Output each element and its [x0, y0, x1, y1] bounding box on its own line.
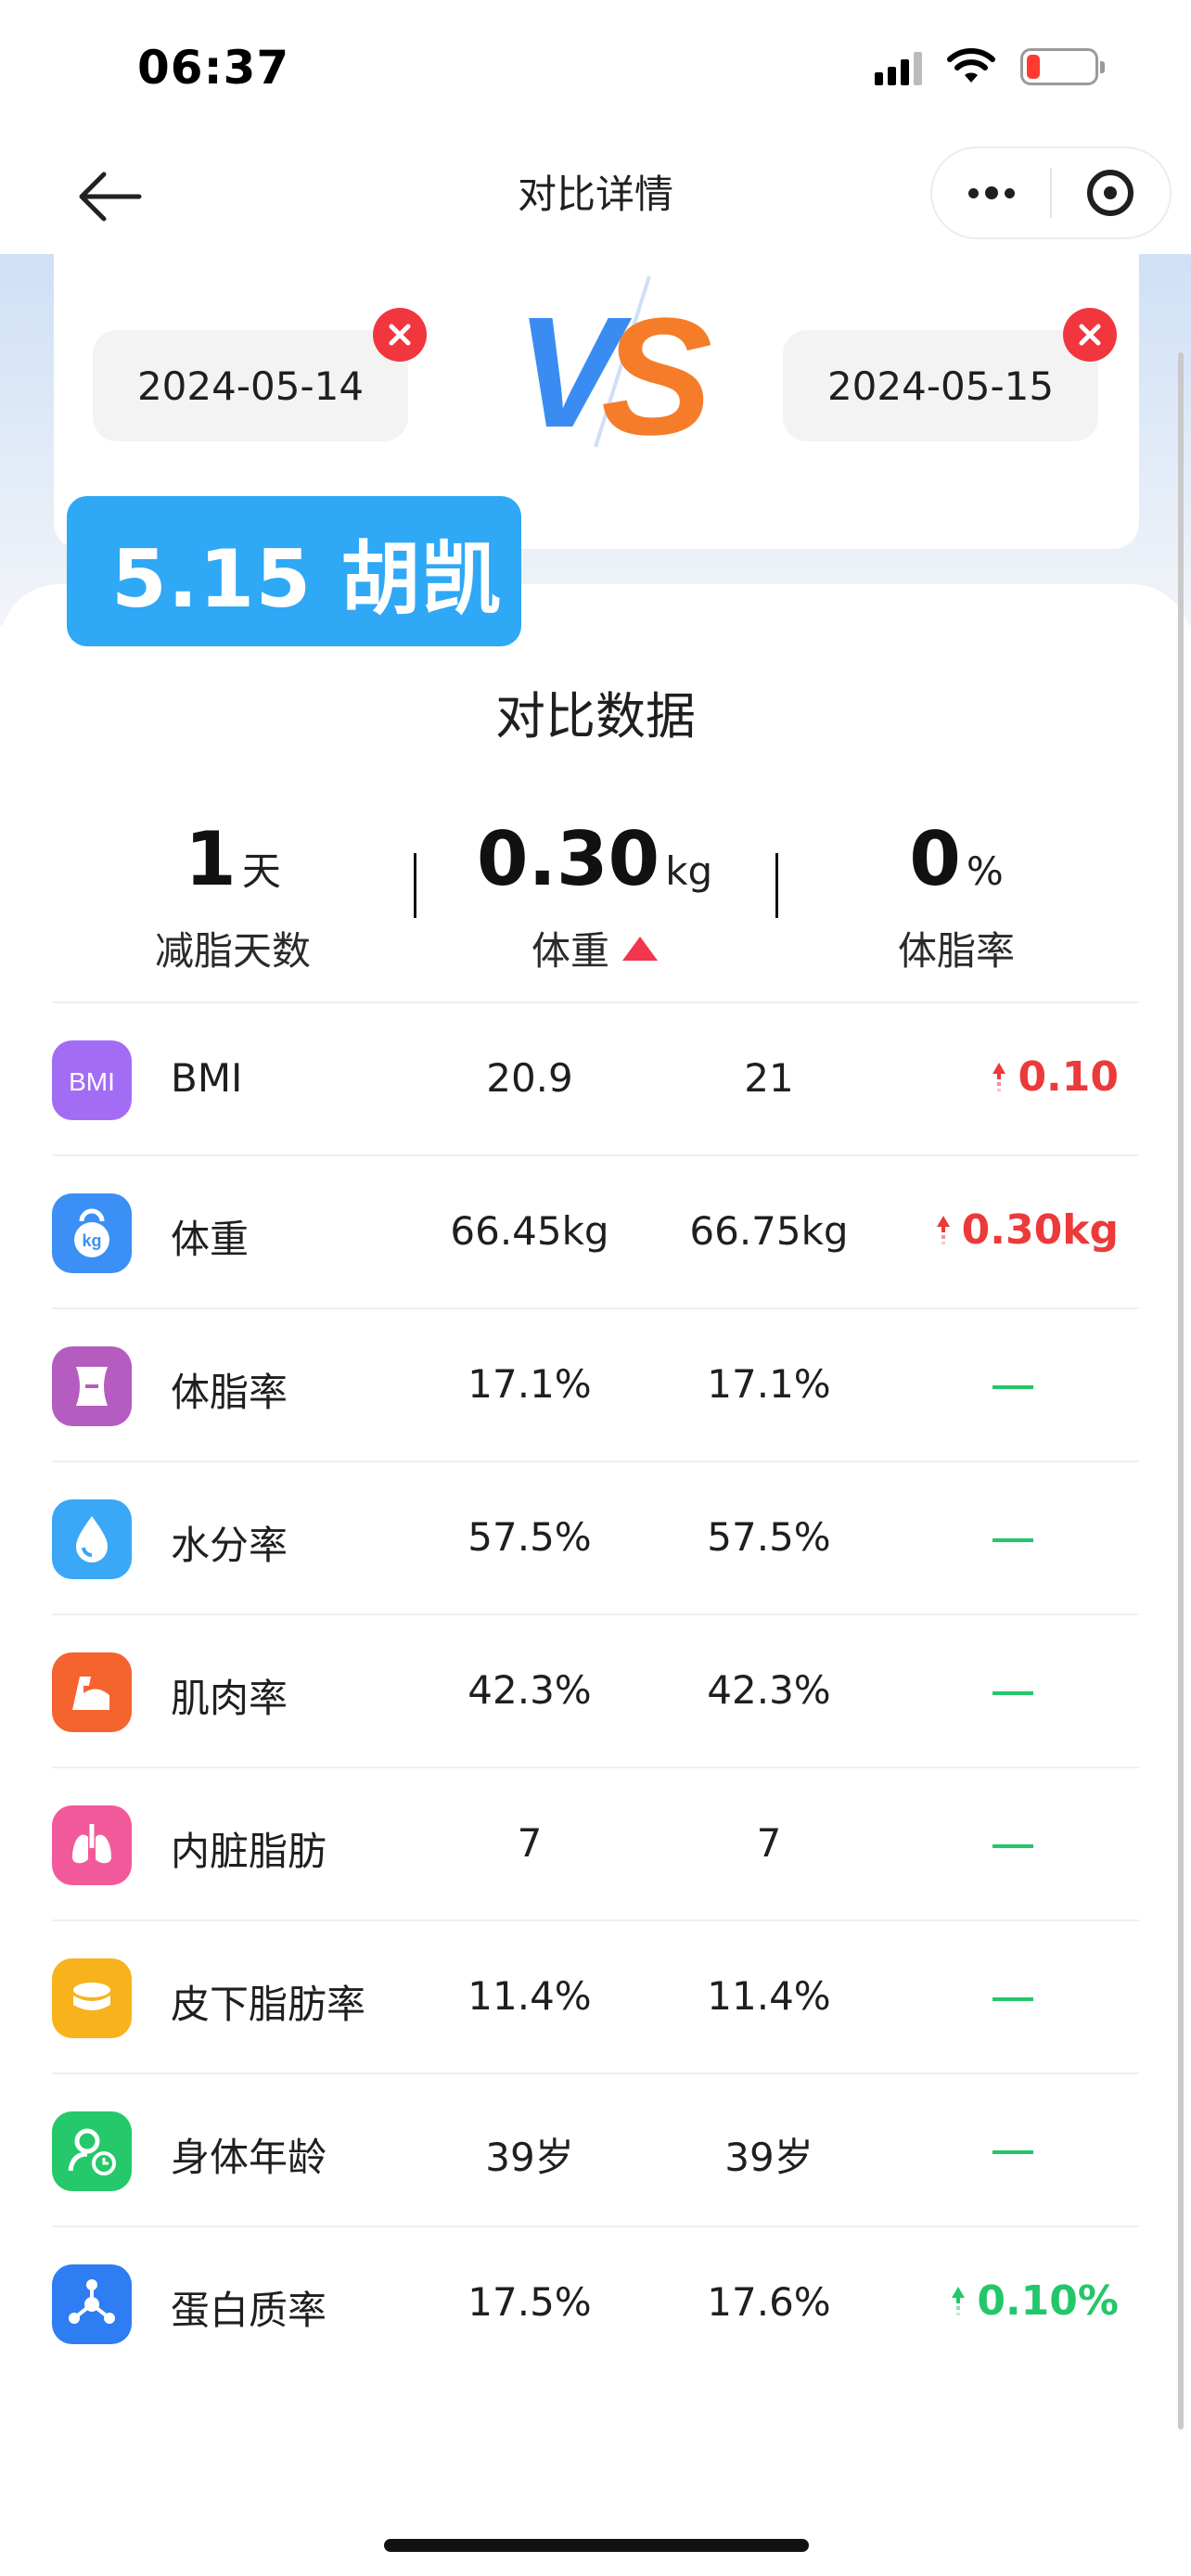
metric-value-right: 7	[756, 1820, 782, 1866]
battery-level	[1027, 55, 1040, 79]
subcutaneous-fat-icon	[52, 1958, 132, 2038]
metric-name: 身体年龄	[171, 2135, 327, 2180]
cellular-signal-icon	[875, 48, 922, 85]
status-time: 06:37	[137, 41, 290, 95]
more-dots-icon	[967, 186, 1015, 199]
summary-weight: 0.30 kg 体重	[414, 816, 775, 976]
metric-value-right: 17.6%	[707, 2279, 831, 2325]
wifi-icon	[947, 48, 995, 83]
metric-diff: 0.30kg	[936, 1206, 1119, 1254]
summary-unit: 天	[241, 848, 281, 894]
metric-value-right: 66.75kg	[689, 1208, 849, 1254]
summary-fat-loss-days: 1 天 减脂天数	[52, 816, 414, 976]
metric-diff-value: 0.10	[1018, 1053, 1119, 1101]
date-right-label: 2024-05-15	[826, 363, 1055, 409]
body-age-icon	[52, 2111, 132, 2191]
more-button[interactable]	[932, 148, 1050, 237]
section-title: 对比数据	[495, 687, 696, 746]
muscle-icon	[52, 1652, 132, 1732]
arrow-up-icon	[992, 1062, 1006, 1091]
no-change-dash	[992, 1385, 1033, 1389]
date-chip-left[interactable]: 2024-05-14	[93, 308, 427, 441]
metric-name: 蛋白质率	[171, 2288, 327, 2333]
metric-name: 体重	[171, 1217, 250, 1262]
summary-label: 减脂天数	[154, 928, 311, 974]
vs-emblem: V S	[516, 275, 712, 456]
svg-text:BMI: BMI	[69, 1067, 115, 1096]
metric-row: 肌肉率 42.3% 42.3%	[52, 1613, 1139, 1766]
triangle-up-icon	[622, 936, 658, 961]
metric-name: 肌肉率	[171, 1676, 288, 1721]
arrow-up-icon	[936, 1215, 950, 1244]
water-drop-icon	[52, 1499, 132, 1579]
metric-diff-value: 0.30kg	[961, 1206, 1119, 1254]
nav-bar: 对比详情	[0, 139, 1191, 254]
home-indicator	[384, 2539, 809, 2552]
metric-row: kg 体重 66.45kg 66.75kg 0.30kg	[52, 1154, 1139, 1307]
summary-unit: %	[966, 848, 1004, 894]
metric-value-right: 39岁	[724, 2135, 813, 2180]
metric-value-right: 17.1%	[707, 1361, 831, 1407]
metric-row: 蛋白质率 17.5% 17.6% 0.10%	[52, 2225, 1139, 2378]
status-bar: 06:37	[0, 0, 1191, 139]
metric-row: 内脏脂肪 7 7	[52, 1766, 1139, 1919]
metric-name: 水分率	[171, 1523, 288, 1568]
remove-date-left-button[interactable]	[373, 308, 427, 362]
metric-value-right: 57.5%	[707, 1514, 831, 1560]
date-left-label: 2024-05-14	[136, 363, 365, 409]
no-change-dash	[992, 2150, 1033, 2154]
vs-letter-s: S	[601, 284, 712, 456]
no-change-dash	[992, 1844, 1033, 1848]
metric-diff: 0.10	[992, 1053, 1119, 1101]
summary-label: 体脂率	[897, 928, 1015, 974]
summary-value: 1	[185, 816, 237, 902]
metric-row: 水分率 57.5% 57.5%	[52, 1460, 1139, 1613]
metric-name: 皮下脂肪率	[171, 1982, 366, 2027]
metric-diff-value: 0.10%	[977, 2277, 1119, 2325]
page: 06:37 对比详情 2024-05-14 V S 2024-05-15 对比数…	[0, 0, 1191, 2576]
battery-icon	[1020, 48, 1105, 85]
close-icon	[1079, 324, 1101, 346]
status-icons	[875, 48, 1105, 85]
metric-value-right: 42.3%	[707, 1667, 831, 1713]
no-change-dash	[992, 1997, 1033, 2001]
scrollbar[interactable]	[1178, 352, 1184, 2429]
bmi-icon: BMI	[52, 1040, 132, 1120]
summary-body-fat: 0 % 体脂率	[775, 816, 1137, 976]
summary-value: 0.30	[476, 816, 660, 902]
metric-name: 内脏脂肪	[171, 1829, 327, 1874]
metric-list: BMI BMI 20.9 21 0.10 kg 体重 66.45kg 66.75kg 0.30kg…	[52, 1001, 1139, 2378]
metric-row: 身体年龄 39岁 39岁	[52, 2072, 1139, 2225]
metric-diff: 0.10%	[951, 2277, 1119, 2325]
arrow-up-icon	[952, 2286, 966, 2315]
user-badge: 5.15 胡凯	[67, 496, 521, 646]
svg-text:kg: kg	[82, 1231, 101, 1250]
metric-row: 体脂率 17.1% 17.1%	[52, 1307, 1139, 1460]
metric-name: BMI	[171, 1055, 243, 1101]
metric-row: 皮下脂肪率 11.4% 11.4%	[52, 1919, 1139, 2072]
metric-row: BMI BMI 20.9 21 0.10	[52, 1001, 1139, 1154]
summary-label: 体重	[531, 928, 609, 974]
summary-stats: 1 天 减脂天数 0.30 kg 体重 0 % 体脂率	[52, 816, 1139, 992]
metric-value-right: 21	[744, 1055, 794, 1101]
compare-data-card: 对比数据 1 天 减脂天数 0.30 kg 体重 0 % 体脂率 BMI BMI…	[0, 584, 1191, 2576]
metric-name: 体脂率	[171, 1370, 288, 1415]
close-icon	[389, 324, 411, 346]
kettlebell-icon: kg	[52, 1193, 132, 1273]
protein-molecule-icon	[52, 2264, 132, 2344]
summary-unit: kg	[665, 848, 713, 894]
no-change-dash	[992, 1538, 1033, 1542]
date-chip-right[interactable]: 2024-05-15	[783, 308, 1117, 441]
mini-program-capsule	[930, 147, 1172, 239]
body-fat-icon	[52, 1346, 132, 1426]
metric-value-right: 11.4%	[707, 1973, 831, 2019]
lungs-icon	[52, 1805, 132, 1885]
target-circle-icon	[1087, 170, 1134, 216]
remove-date-right-button[interactable]	[1063, 308, 1117, 362]
summary-value: 0	[909, 816, 961, 902]
close-mini-program-button[interactable]	[1052, 148, 1170, 237]
no-change-dash	[992, 1691, 1033, 1695]
